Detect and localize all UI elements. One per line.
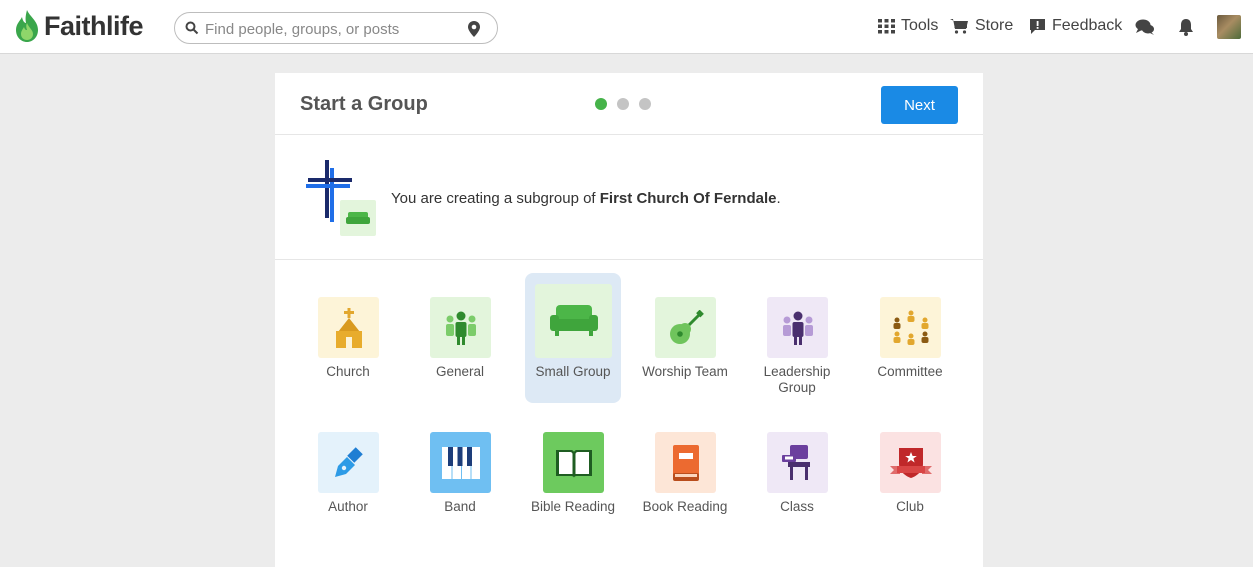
group-type-church[interactable]: Church (300, 273, 396, 403)
group-type-label: Bible Reading (530, 499, 616, 514)
start-group-card: Start a Group Next You are creating a su… (275, 73, 983, 567)
general-icon-box (430, 297, 491, 358)
group-type-label: Worship Team (642, 364, 728, 379)
step-dot-3 (639, 98, 651, 110)
step-dot-2 (617, 98, 629, 110)
page-title: Start a Group (300, 93, 428, 115)
committee-icon (893, 310, 928, 345)
guitar-icon (669, 309, 704, 344)
group-type-label: General (435, 364, 485, 379)
search-icon (185, 21, 199, 35)
leadership-group-icon-box (767, 297, 828, 358)
faithlife-logo[interactable]: Faithlife (14, 8, 144, 44)
chat-bubbles-icon (1135, 19, 1154, 35)
group-type-label: Class (780, 499, 814, 514)
flame-logo-icon (16, 10, 38, 42)
notifications-button[interactable] (1178, 18, 1194, 36)
group-type-book-reading[interactable]: Book Reading (637, 408, 733, 538)
step-dot-1 (595, 98, 607, 110)
feedback-link[interactable]: Feedback (1029, 17, 1122, 35)
group-type-author[interactable]: Author (300, 408, 396, 538)
club-badge-icon (889, 447, 932, 478)
committee-icon-box (880, 297, 941, 358)
class-icon-box (767, 432, 828, 493)
next-button[interactable]: Next (881, 86, 958, 124)
store-label: Store (975, 17, 1014, 34)
cart-icon (950, 19, 968, 34)
group-type-label: Church (326, 364, 370, 379)
subgroup-message: You are creating a subgroup of First Chu… (391, 190, 781, 207)
messages-button[interactable] (1135, 18, 1155, 36)
church-icon-box (318, 297, 379, 358)
search-input[interactable] (205, 18, 455, 40)
club-icon-box (880, 432, 941, 493)
open-book-icon (555, 449, 592, 478)
group-type-class[interactable]: Class (749, 408, 845, 538)
step-indicator (595, 98, 661, 110)
desk-chair-icon (781, 444, 810, 480)
search-bar[interactable] (174, 12, 498, 44)
group-type-label: Book Reading (642, 499, 728, 514)
tools-label: Tools (901, 17, 939, 34)
user-avatar[interactable] (1217, 15, 1241, 39)
card-header: Start a Group Next (275, 73, 983, 135)
feedback-label: Feedback (1052, 17, 1123, 34)
subgroup-info: You are creating a subgroup of First Chu… (275, 135, 983, 260)
church-cross-with-couch-icon (306, 160, 376, 236)
subgroup-suffix: . (776, 190, 781, 207)
group-type-label: Club (896, 499, 924, 514)
parent-group-name[interactable]: First Church Of Ferndale (600, 190, 777, 207)
group-type-general[interactable]: General (412, 273, 508, 403)
group-type-committee[interactable]: Committee (862, 273, 958, 403)
group-type-leadership-group[interactable]: Leadership Group (749, 273, 845, 403)
group-type-label: Author (328, 499, 368, 514)
pen-nib-icon (334, 446, 363, 477)
group-type-label: Leadership Group (763, 364, 831, 395)
author-icon-box (318, 432, 379, 493)
group-type-label: Band (444, 499, 476, 514)
top-navigation-bar: Faithlife Tools Store (0, 0, 1253, 54)
people-group-icon (445, 311, 476, 345)
group-type-small-group[interactable]: Small Group (525, 273, 621, 403)
bell-icon (1179, 19, 1193, 36)
grid-icon (878, 18, 895, 33)
band-icon-box (430, 432, 491, 493)
bible-reading-icon-box (543, 432, 604, 493)
worship-team-icon-box (655, 297, 716, 358)
subgroup-prefix: You are creating a subgroup of (391, 190, 600, 207)
couch-icon (549, 305, 598, 336)
leadership-icon (782, 311, 813, 345)
store-link[interactable]: Store (950, 17, 1013, 35)
church-icon (335, 307, 362, 348)
location-pin-icon[interactable] (467, 20, 481, 38)
book-icon (672, 444, 699, 481)
piano-keys-icon (441, 446, 480, 479)
brand-name: Faithlife (44, 10, 144, 41)
group-type-label: Small Group (535, 364, 611, 379)
group-type-club[interactable]: Club (862, 408, 958, 538)
book-reading-icon-box (655, 432, 716, 493)
group-type-band[interactable]: Band (412, 408, 508, 538)
tools-menu[interactable]: Tools (878, 17, 938, 35)
small-group-icon-box (535, 284, 612, 358)
group-type-label: Committee (877, 364, 943, 379)
group-type-bible-reading[interactable]: Bible Reading (525, 408, 621, 538)
feedback-icon (1030, 18, 1045, 34)
group-type-worship-team[interactable]: Worship Team (637, 273, 733, 403)
